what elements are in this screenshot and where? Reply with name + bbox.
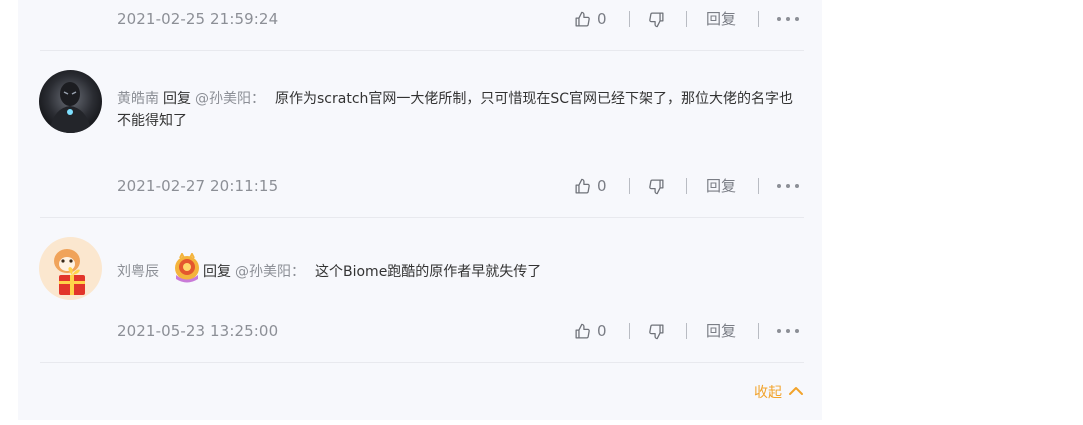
dislike-button[interactable] [648, 9, 665, 29]
chevron-up-icon [788, 384, 804, 400]
separator [686, 323, 687, 339]
avatar[interactable] [39, 237, 102, 300]
like-count: 0 [597, 177, 607, 195]
dislike-button[interactable] [648, 176, 665, 196]
separator [629, 178, 630, 194]
like-button[interactable]: 0 [574, 176, 607, 196]
thumbs-down-icon [648, 178, 665, 195]
like-button[interactable]: 0 [574, 321, 607, 341]
comment-meta-row: 2021-05-23 13:25:00 0 回复 [18, 321, 822, 341]
reply-button[interactable]: 回复 [706, 9, 736, 29]
divider [40, 362, 804, 363]
reply-word: 回复 [163, 91, 191, 107]
more-options-icon[interactable] [777, 17, 799, 21]
comment-timestamp: 2021-02-25 21:59:24 [117, 10, 279, 28]
comment-timestamp: 2021-05-23 13:25:00 [117, 322, 279, 340]
comment-body: 黄皓南 回复 @孙美阳： 原作为scratch官网一大佬所制，只可惜现在SC官网已经下… [117, 88, 807, 132]
more-options-icon[interactable] [777, 184, 799, 188]
thumbs-down-icon [648, 11, 665, 28]
like-count: 0 [597, 322, 607, 340]
comment-timestamp: 2021-02-27 20:11:15 [117, 177, 279, 195]
divider [40, 217, 804, 218]
divider [40, 50, 804, 51]
thumbs-up-icon [574, 323, 591, 340]
comment-meta-row: 2021-02-25 21:59:24 0 回复 [18, 9, 822, 29]
separator [629, 11, 630, 27]
like-count: 0 [597, 10, 607, 28]
comment-body: 刘粤辰 回复 @孙美阳： 这个Biome跑酷的原作者早就失传了 [117, 251, 807, 288]
comment-thread-panel: 2021-02-25 21:59:24 0 回复 黄皓南 回复 @孙美阳： 原作… [18, 0, 822, 420]
reply-button[interactable]: 回复 [706, 321, 736, 341]
avatar[interactable] [39, 70, 102, 133]
reply-word: 回复 [203, 264, 231, 280]
separator [758, 11, 759, 27]
thumbs-up-icon [574, 11, 591, 28]
like-button[interactable]: 0 [574, 9, 607, 29]
separator [758, 323, 759, 339]
more-options-icon[interactable] [777, 329, 799, 333]
mention-link[interactable]: @孙美阳： [235, 264, 305, 280]
mention-link[interactable]: @孙美阳： [195, 91, 265, 107]
thumbs-up-icon [574, 178, 591, 195]
separator [629, 323, 630, 339]
collapse-label: 收起 [754, 385, 782, 401]
comment-text: 这个Biome跑酷的原作者早就失传了 [315, 264, 542, 280]
separator [686, 178, 687, 194]
separator [758, 178, 759, 194]
separator [686, 11, 687, 27]
username-link[interactable]: 黄皓南 [117, 91, 159, 107]
user-badge-icon [171, 251, 203, 285]
username-link[interactable]: 刘粤辰 [117, 264, 159, 280]
comment-meta-row: 2021-02-27 20:11:15 0 回复 [18, 176, 822, 196]
collapse-button[interactable]: 收起 [754, 382, 804, 402]
dislike-button[interactable] [648, 321, 665, 341]
reply-button[interactable]: 回复 [706, 176, 736, 196]
thumbs-down-icon [648, 323, 665, 340]
